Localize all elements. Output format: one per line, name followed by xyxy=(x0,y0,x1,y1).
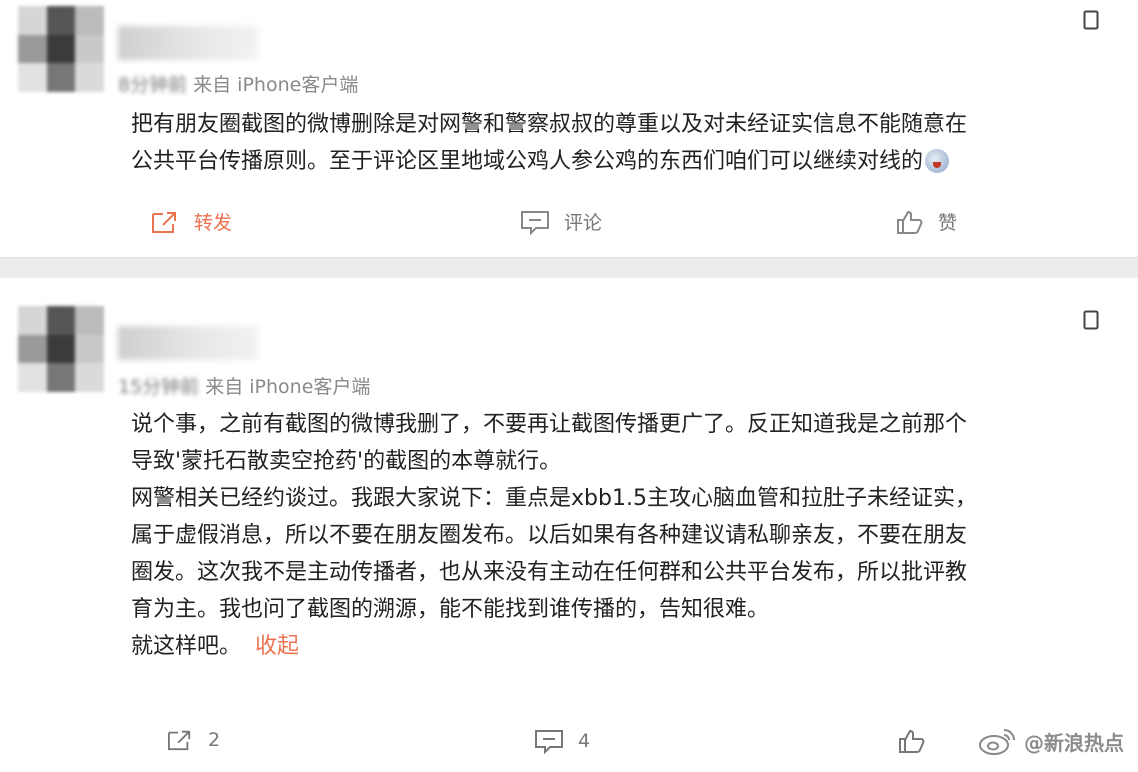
post-text-line: 圈发。这次我不是主动传播者，也从来没有主动在任何群和公共平台发布，所以批评教 xyxy=(131,560,968,585)
comment-icon xyxy=(521,210,549,235)
post-text-line: 育为主。我也问了截图的溯源，能不能找到谁传播的，告知很难。 xyxy=(131,597,770,622)
weibo-logo-icon xyxy=(979,729,1015,755)
forward-icon xyxy=(168,730,191,751)
forward-button[interactable]: 转发 xyxy=(150,208,232,235)
avatar[interactable] xyxy=(18,306,104,392)
like-button[interactable] xyxy=(898,728,926,754)
like-label: 赞 xyxy=(938,212,958,234)
forward-button[interactable]: 2 xyxy=(166,728,220,752)
thumbs-up-icon xyxy=(899,729,925,753)
post-meta: 8分钟前 来自 iPhone客户端 xyxy=(118,70,358,97)
comment-count: 4 xyxy=(578,730,591,752)
watermark-text: @新浪热点 xyxy=(1024,730,1124,755)
post-text-line: 属于虚假消息，所以不要在朋友圈发布。以后如果有各种建议请私聊亲友，不要在朋友 xyxy=(131,523,968,548)
username-blurred[interactable] xyxy=(118,326,258,360)
post-meta: 15分钟前 来自 iPhone客户端 xyxy=(118,372,370,399)
post-time: 8分钟前 xyxy=(118,74,188,96)
comment-label: 评论 xyxy=(564,212,603,234)
post-body: 说个事，之前有截图的微博我删了，不要再让截图传播更广了。反正知道我是之前那个 导… xyxy=(131,406,1098,665)
post-card: 15分钟前 来自 iPhone客户端 说个事，之前有截图的微博我删了，不要再让截… xyxy=(0,278,1138,772)
comment-icon xyxy=(535,730,563,754)
post-source: 来自 iPhone客户端 xyxy=(193,74,359,96)
emoji-icon xyxy=(925,149,950,173)
post-source: 来自 iPhone客户端 xyxy=(205,376,371,398)
post-text-line: 导致'蒙托石散卖空抢药'的截图的本尊就行。 xyxy=(131,449,562,474)
feed: 8分钟前 来自 iPhone客户端 把有朋友圈截图的微博删除是对网警和警察叔叔的… xyxy=(0,0,1138,772)
thumbs-up-icon xyxy=(897,210,923,234)
post-body: 把有朋友圈截图的微博删除是对网警和警察叔叔的尊重以及对未经证实信息不能随意在 公… xyxy=(131,106,1098,180)
like-button[interactable]: 赞 xyxy=(896,208,957,235)
more-options-icon[interactable] xyxy=(1080,308,1102,332)
collapse-link[interactable]: 收起 xyxy=(255,634,299,659)
forward-label: 转发 xyxy=(194,212,233,234)
post-text-line: 说个事，之前有截图的微博我删了，不要再让截图传播更广了。反正知道我是之前那个 xyxy=(131,412,968,437)
post-text-line: 把有朋友圈截图的微博删除是对网警和警察叔叔的尊重以及对未经证实信息不能随意在 xyxy=(131,112,968,137)
post-card: 8分钟前 来自 iPhone客户端 把有朋友圈截图的微博删除是对网警和警察叔叔的… xyxy=(0,0,1138,258)
avatar[interactable] xyxy=(18,6,104,92)
post-time: 15分钟前 xyxy=(118,376,200,398)
watermark: @新浪热点 xyxy=(978,726,1124,756)
username-blurred[interactable] xyxy=(118,26,258,60)
more-options-icon[interactable] xyxy=(1080,8,1102,32)
forward-count: 2 xyxy=(208,729,221,751)
comment-button[interactable]: 4 xyxy=(534,728,590,754)
post-text-line: 网警相关已经约谈过。我跟大家说下：重点是xbb1.5主攻心脑血管和拉肚子未经证实… xyxy=(131,486,977,511)
post-text-line: 就这样吧。 收起 xyxy=(131,634,300,659)
comment-button[interactable]: 评论 xyxy=(520,208,602,235)
forward-icon xyxy=(152,211,176,233)
post-text-line: 公共平台传播原则。至于评论区里地域公鸡人参公鸡的东西们咱们可以继续对线的 xyxy=(131,143,1098,180)
